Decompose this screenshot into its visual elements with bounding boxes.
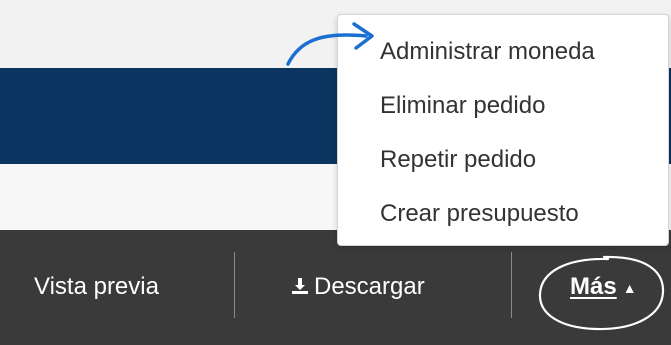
menu-item-administrar-moneda[interactable]: Administrar moneda xyxy=(380,37,595,67)
annotation-arrow-icon xyxy=(286,22,374,66)
menu-item-eliminar-pedido[interactable]: Eliminar pedido xyxy=(380,91,545,121)
annotation-circle xyxy=(538,255,665,331)
menu-item-crear-presupuesto[interactable]: Crear presupuesto xyxy=(380,199,579,229)
toolbar-divider xyxy=(511,252,512,318)
download-label: Descargar xyxy=(314,273,425,300)
toolbar-divider xyxy=(234,252,235,318)
more-dropdown-menu: Administrar moneda Eliminar pedido Repet… xyxy=(337,14,669,246)
preview-button[interactable]: Vista previa xyxy=(34,272,159,302)
download-button[interactable]: Descargar xyxy=(290,272,425,302)
menu-item-repetir-pedido[interactable]: Repetir pedido xyxy=(380,145,536,175)
download-icon xyxy=(292,278,308,294)
